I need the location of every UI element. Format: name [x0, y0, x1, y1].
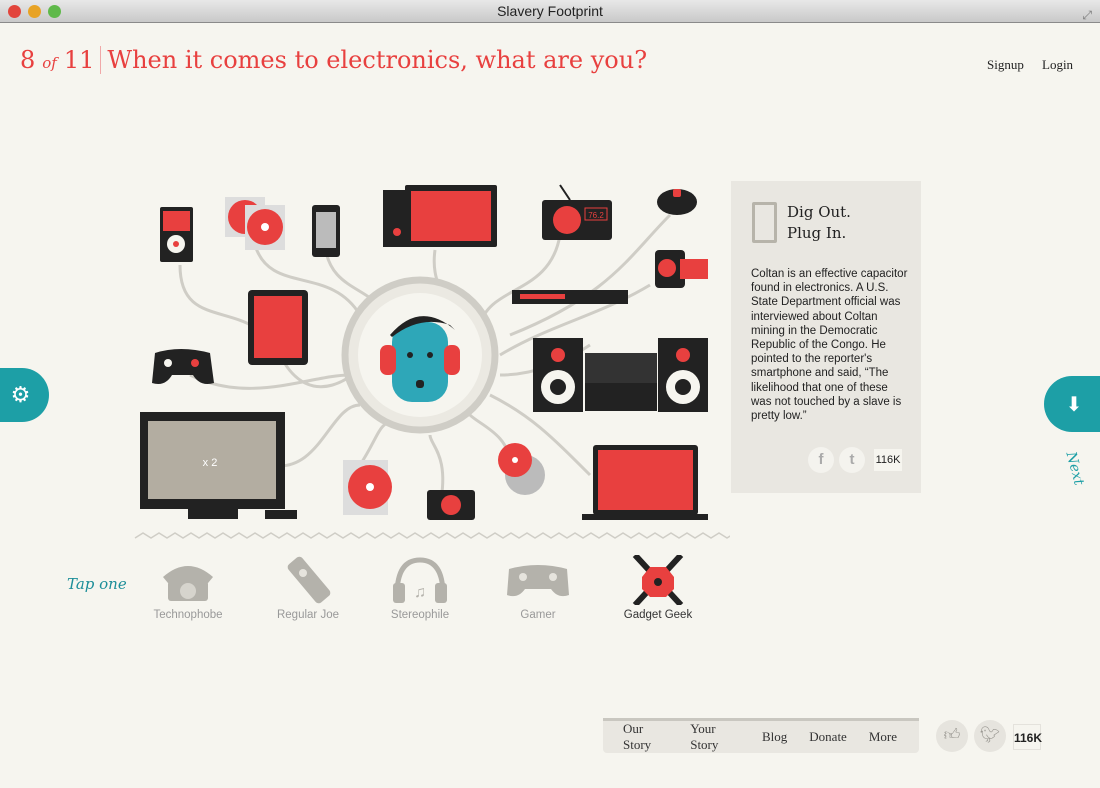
- window-title: Slavery Footprint: [497, 3, 603, 19]
- zigzag-divider: [134, 532, 730, 539]
- tablet: [248, 290, 308, 365]
- twitter-button[interactable]: 🐦︎: [974, 720, 1006, 752]
- zoom-button[interactable]: [48, 5, 61, 18]
- gear-icon: ⚙: [10, 382, 31, 407]
- tablet-icon: [752, 202, 777, 243]
- nav-your-story[interactable]: Your Story: [690, 721, 740, 753]
- next-button[interactable]: ⬇: [1044, 376, 1100, 432]
- option-technophobe[interactable]: Technophobe: [133, 555, 243, 621]
- step-total: 11: [63, 46, 95, 74]
- step-number: 8: [20, 46, 36, 74]
- settings-button[interactable]: ⚙: [0, 368, 49, 422]
- bird-icon: 🐦︎: [979, 727, 1001, 744]
- facebook-share-button[interactable]: f: [808, 447, 834, 473]
- discs: [498, 443, 545, 495]
- twitter-share-button[interactable]: t: [839, 447, 865, 473]
- next-label[interactable]: Next: [1063, 450, 1087, 487]
- stereo-system: [533, 338, 708, 412]
- laptop: [582, 445, 708, 520]
- cd-cases: [225, 197, 285, 250]
- remote-control-icon: [287, 556, 331, 604]
- television: x 2: [140, 412, 297, 519]
- thumbs-up-icon: 👍︎: [943, 727, 961, 744]
- close-button[interactable]: [8, 5, 21, 18]
- digital-camera: [427, 490, 475, 520]
- divider: [100, 46, 102, 74]
- game-controller-icon: [507, 565, 569, 597]
- option-regular-joe[interactable]: Regular Joe: [253, 555, 363, 621]
- option-gadget-geek[interactable]: Gadget Geek: [603, 555, 713, 621]
- panel-title: Dig Out. Plug In.: [787, 203, 851, 242]
- signup-link[interactable]: Signup: [987, 57, 1024, 73]
- smartphone: [312, 205, 340, 257]
- tap-one-prompt: Tap one: [67, 575, 127, 593]
- svg-text:♫: ♫: [414, 584, 426, 601]
- login-link[interactable]: Login: [1042, 57, 1073, 73]
- desktop-computer: [383, 185, 497, 247]
- nav-more[interactable]: More: [869, 729, 897, 745]
- game-controller: [152, 349, 214, 384]
- mouse: [657, 189, 697, 215]
- dvd-player: [512, 290, 628, 304]
- panel-body: Coltan is an effective capacitor found i…: [751, 268, 908, 423]
- gadget-hub-icon: [632, 555, 684, 605]
- tv-multiplier: x 2: [203, 457, 218, 469]
- electronics-illustration: 76.2 x 2: [134, 184, 730, 539]
- ipod: [160, 207, 193, 262]
- facebook-like-button[interactable]: 👍︎: [936, 720, 968, 752]
- window-titlebar: Slavery Footprint ⤢: [0, 0, 1100, 23]
- footer-nav: Our Story Your Story Blog Donate More: [603, 718, 919, 753]
- option-gamer[interactable]: Gamer: [483, 555, 593, 621]
- arrow-down-icon: ⬇: [1065, 393, 1083, 416]
- center-hub: [341, 276, 499, 434]
- question: When it comes to electronics, what are y…: [107, 46, 648, 74]
- radio: 76.2: [542, 184, 612, 240]
- option-stereophile[interactable]: ♫ Stereophile: [365, 555, 475, 621]
- headphones-icon: ♫: [393, 557, 447, 603]
- nav-blog[interactable]: Blog: [762, 729, 787, 745]
- hard-drives: [343, 460, 392, 515]
- radio-display: 76.2: [588, 211, 604, 220]
- camcorder: [655, 250, 708, 288]
- footer-share-count: 116K: [1013, 724, 1042, 750]
- rotary-phone-icon: [163, 566, 213, 601]
- info-panel: Dig Out. Plug In. Coltan is an effective …: [731, 181, 921, 493]
- page-title: 8 of 11 When it comes to electronics, wh…: [20, 46, 647, 74]
- step-of: of: [42, 54, 57, 72]
- share-count: 116K: [874, 449, 902, 471]
- fullscreen-icon[interactable]: ⤢: [1082, 4, 1092, 27]
- nav-donate[interactable]: Donate: [809, 729, 847, 745]
- minimize-button[interactable]: [28, 5, 41, 18]
- nav-our-story[interactable]: Our Story: [623, 721, 668, 753]
